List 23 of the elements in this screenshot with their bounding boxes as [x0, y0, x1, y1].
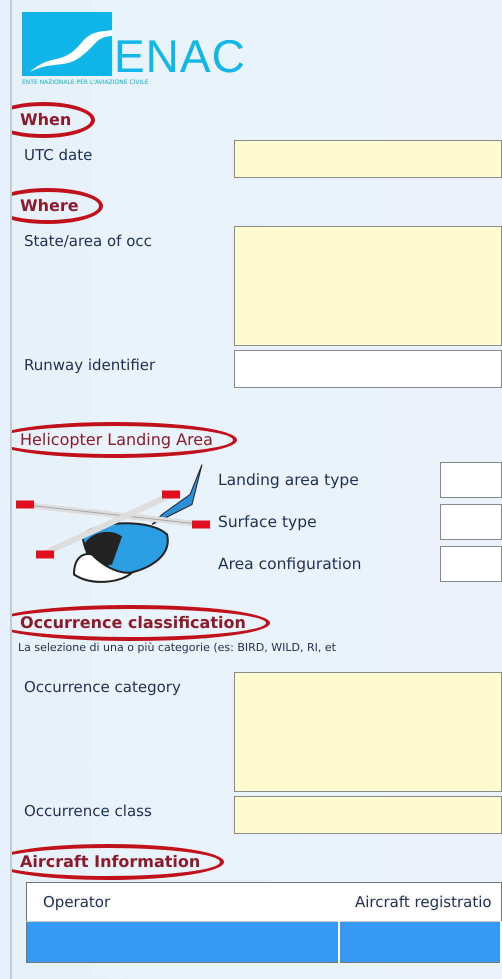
input-field[interactable] [234, 350, 502, 388]
section-heading: Occurrence classification [14, 613, 252, 633]
field-label: UTC date [23, 145, 94, 164]
field-label: Runway identifier [23, 355, 156, 374]
section-heading: When [14, 110, 78, 130]
section-heading: Where [14, 196, 85, 216]
logo-text: ENAC [114, 36, 246, 76]
logo-icon [22, 12, 112, 76]
input-field[interactable] [440, 546, 502, 582]
field-label: State/area of occ [23, 231, 153, 250]
field-label: Area configuration [217, 555, 362, 573]
input-field[interactable] [234, 140, 502, 178]
text-area-field[interactable] [234, 672, 502, 792]
text-area-field[interactable] [234, 226, 502, 346]
field-label: Landing area type [217, 471, 360, 489]
input-field[interactable] [440, 462, 502, 498]
note-text: La selezione di una o più categorie (es: BIRD, WILD, RI, et [17, 641, 337, 656]
input-field[interactable] [440, 504, 502, 540]
input-field[interactable] [234, 796, 502, 834]
field-label: Surface type [217, 513, 318, 531]
section-heading: Helicopter Landing Area [14, 430, 219, 450]
field-label: Occurrence category [23, 677, 182, 696]
field-label: Occurrence class [23, 801, 153, 820]
